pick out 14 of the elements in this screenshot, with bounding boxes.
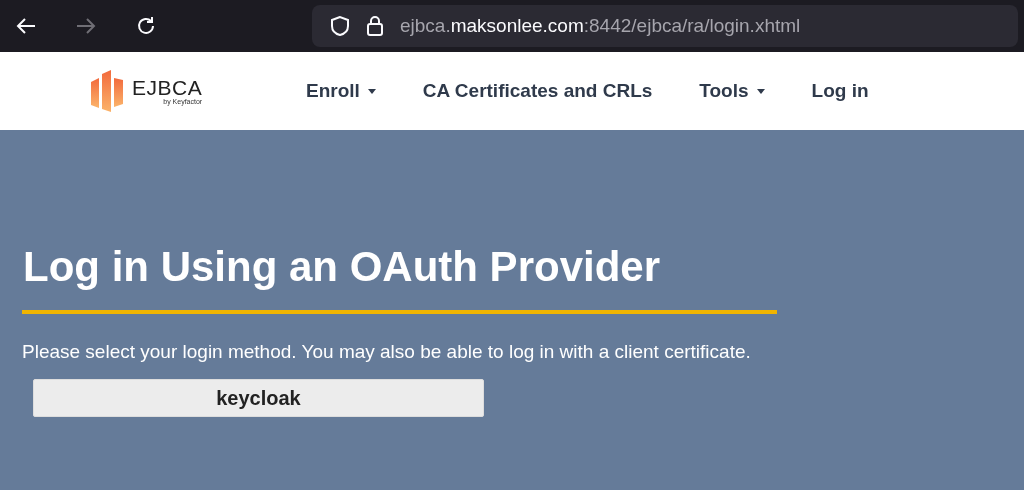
nav-link[interactable]: Tools xyxy=(699,76,765,106)
instruction-text: Please select your login method. You may also be able to log in with a client certificate. xyxy=(22,340,752,365)
provider-button[interactable]: keycloak xyxy=(33,378,484,417)
reload-icon xyxy=(135,15,157,37)
address-bar[interactable]: ejbca.maksonlee.com:8442/ejbca/ra/login.xhtml xyxy=(312,5,1018,47)
page-title: Log in Using an OAuth Provider xyxy=(22,242,661,292)
nav-link[interactable]: CA Certificates and CRLs xyxy=(422,76,653,106)
nav-link[interactable]: Log in xyxy=(811,76,869,106)
logo-text: EJBCA xyxy=(132,77,203,98)
lock-icon xyxy=(366,15,384,37)
logo-icon xyxy=(90,70,124,112)
url-text: ejbca.maksonlee.com:8442/ejbca/ra/login.xhtml xyxy=(400,13,801,38)
nav-link[interactable]: Enroll xyxy=(306,76,376,106)
shield-icon xyxy=(330,15,350,37)
